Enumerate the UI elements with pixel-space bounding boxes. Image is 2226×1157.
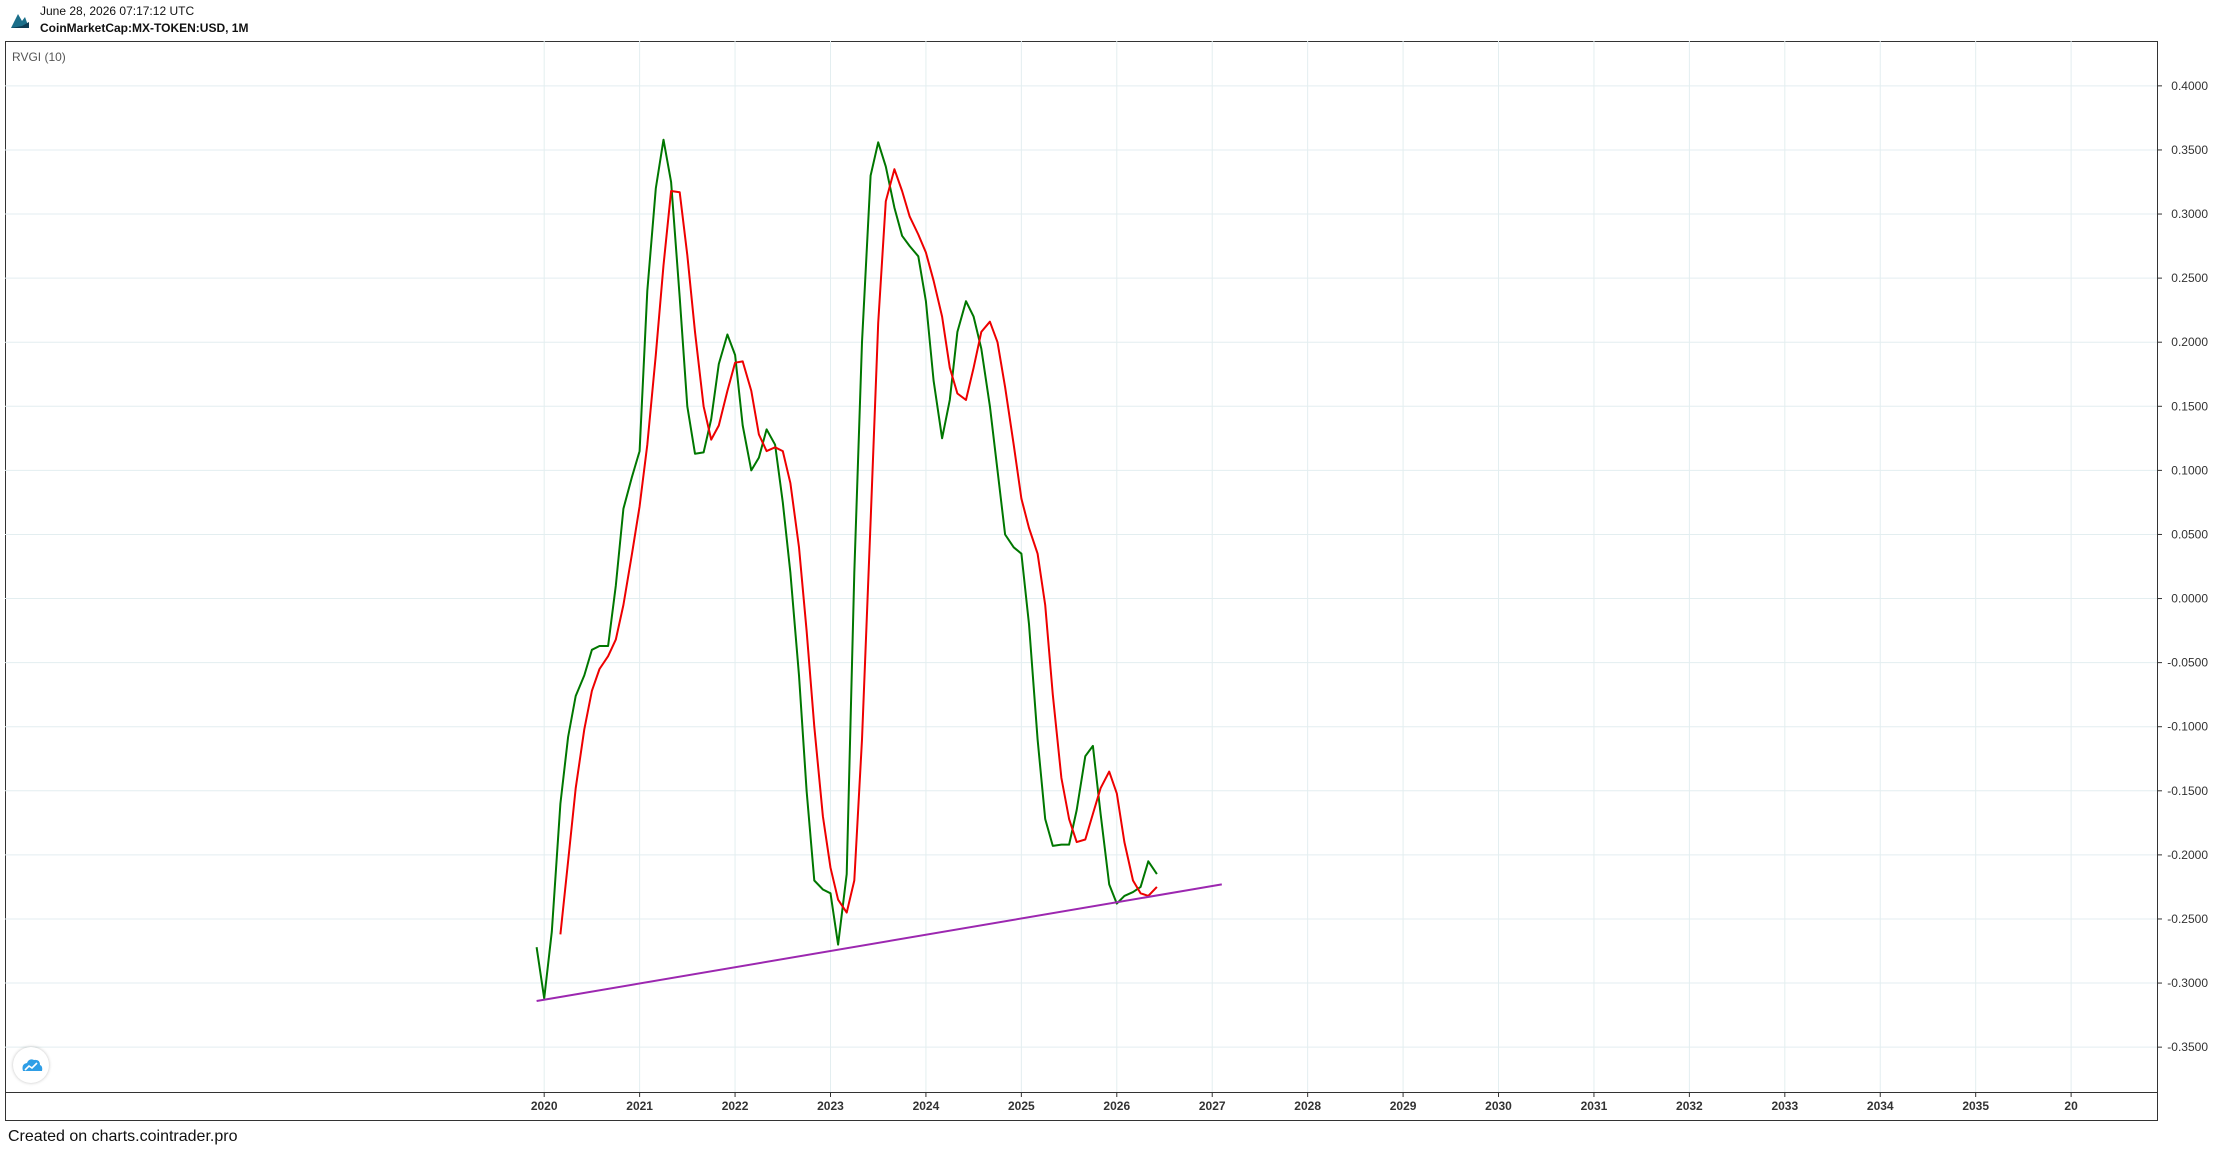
axis-labels: 0.4000 0.3500 0.3000 0.2500 0.2000 0.1500 0.10…: [531, 79, 2208, 1113]
cloud-chart-icon[interactable]: [13, 1047, 49, 1083]
x-tick-label: 2030: [1485, 1099, 1512, 1113]
y-tick-label: -0.2500: [2167, 912, 2208, 926]
x-tick-label: 2032: [1676, 1099, 1703, 1113]
y-tick-label: 0.1000: [2171, 463, 2208, 477]
y-tick-label: -0.3000: [2167, 976, 2208, 990]
chart-area[interactable]: 0.4000 0.3500 0.3000 0.2500 0.2000 0.1500 0.10…: [0, 0, 2226, 1152]
y-tick-label: -0.0500: [2167, 656, 2208, 670]
y-tick-label: 0.0500: [2171, 527, 2208, 541]
x-tick-label: 2023: [817, 1099, 844, 1113]
y-tick-label: -0.1000: [2167, 720, 2208, 734]
y-tick-label: 0.1500: [2171, 399, 2208, 413]
x-tick-label: 2034: [1867, 1099, 1894, 1113]
grid: [5, 41, 2162, 1097]
x-tick-label: 2028: [1294, 1099, 1321, 1113]
y-tick-label: 0.3500: [2171, 143, 2208, 157]
x-tick-label: 2029: [1390, 1099, 1417, 1113]
y-tick-label: 0.0000: [2171, 592, 2208, 606]
y-tick-label: -0.2000: [2167, 848, 2208, 862]
x-tick-label: 2026: [1103, 1099, 1130, 1113]
x-tick-label: 2020: [531, 1099, 558, 1113]
y-tick-label: 0.3000: [2171, 207, 2208, 221]
y-tick-label: 0.2500: [2171, 271, 2208, 285]
x-tick-label: 2035: [1962, 1099, 1989, 1113]
x-tick-label: 2031: [1581, 1099, 1608, 1113]
footer-credit: Created on charts.cointrader.pro: [8, 1128, 238, 1145]
x-tick-label: 2027: [1199, 1099, 1226, 1113]
x-tick-label: 20: [2064, 1099, 2078, 1113]
y-tick-label: -0.1500: [2167, 784, 2208, 798]
y-tick-label: 0.2000: [2171, 335, 2208, 349]
y-tick-label: 0.4000: [2171, 79, 2208, 93]
rvgi-chart: 0.4000 0.3500 0.3000 0.2500 0.2000 0.1500 0.10…: [5, 41, 2208, 1121]
x-tick-label: 2024: [913, 1099, 940, 1113]
signal-line: [559, 168, 1158, 935]
indicator-title: RVGI (10): [12, 50, 66, 64]
x-tick-label: 2025: [1008, 1099, 1035, 1113]
x-tick-label: 2022: [722, 1099, 749, 1113]
y-tick-label: -0.3500: [2167, 1040, 2208, 1054]
x-tick-label: 2021: [626, 1099, 653, 1113]
x-tick-label: 2033: [1771, 1099, 1798, 1113]
plot-frame: [5, 41, 2158, 1121]
